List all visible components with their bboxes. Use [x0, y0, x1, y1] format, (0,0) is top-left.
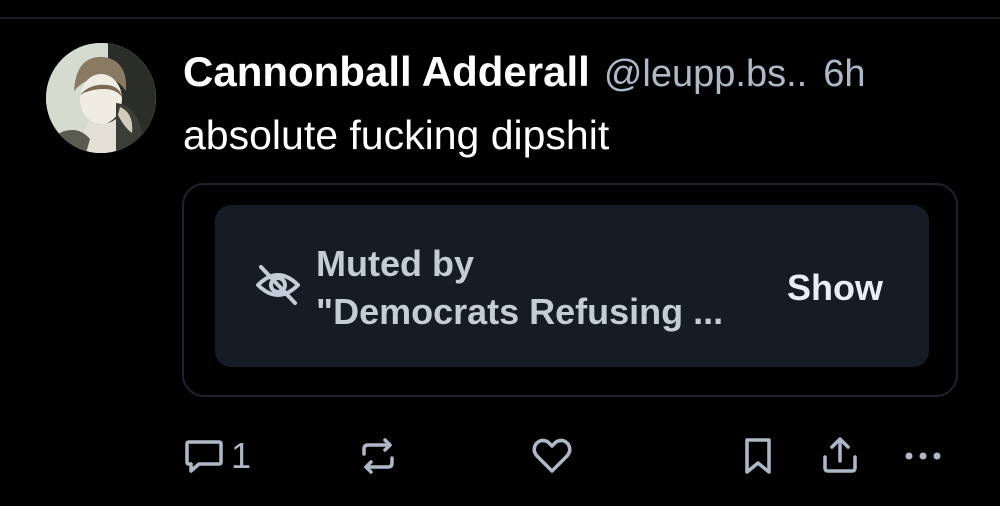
- bookmark-icon: [745, 438, 771, 474]
- repost-button[interactable]: [356, 432, 400, 480]
- bookmark-button[interactable]: [738, 432, 778, 480]
- share-button[interactable]: [818, 432, 862, 480]
- post-screen: Cannonball Adderall @leupp.bs.. 6h absol…: [0, 0, 1000, 506]
- post-text: absolute fucking dipshit: [183, 112, 610, 158]
- like-button[interactable]: [530, 432, 574, 480]
- top-divider: [0, 17, 1000, 19]
- avatar[interactable]: [46, 43, 156, 153]
- muted-label: Muted by "Democrats Refusing ...: [316, 240, 723, 336]
- reply-icon: [185, 440, 223, 473]
- repost-icon: [362, 438, 394, 474]
- post-timestamp[interactable]: 6h: [823, 53, 865, 96]
- like-icon: [532, 438, 572, 473]
- more-icon: [905, 452, 941, 460]
- muted-label-line2: "Democrats Refusing ...: [316, 291, 724, 332]
- author-handle[interactable]: @leupp.bs..: [604, 53, 807, 96]
- reply-count: 1: [231, 435, 252, 476]
- muted-label-line1: Muted by: [316, 243, 474, 284]
- post-header: Cannonball Adderall @leupp.bs.. 6h: [183, 48, 865, 98]
- show-button[interactable]: Show: [770, 263, 900, 313]
- reply-button[interactable]: 1: [183, 432, 251, 480]
- more-button[interactable]: [900, 432, 946, 480]
- eye-off-icon: [256, 265, 300, 305]
- author-display-name[interactable]: Cannonball Adderall: [183, 48, 590, 96]
- share-icon: [823, 437, 857, 473]
